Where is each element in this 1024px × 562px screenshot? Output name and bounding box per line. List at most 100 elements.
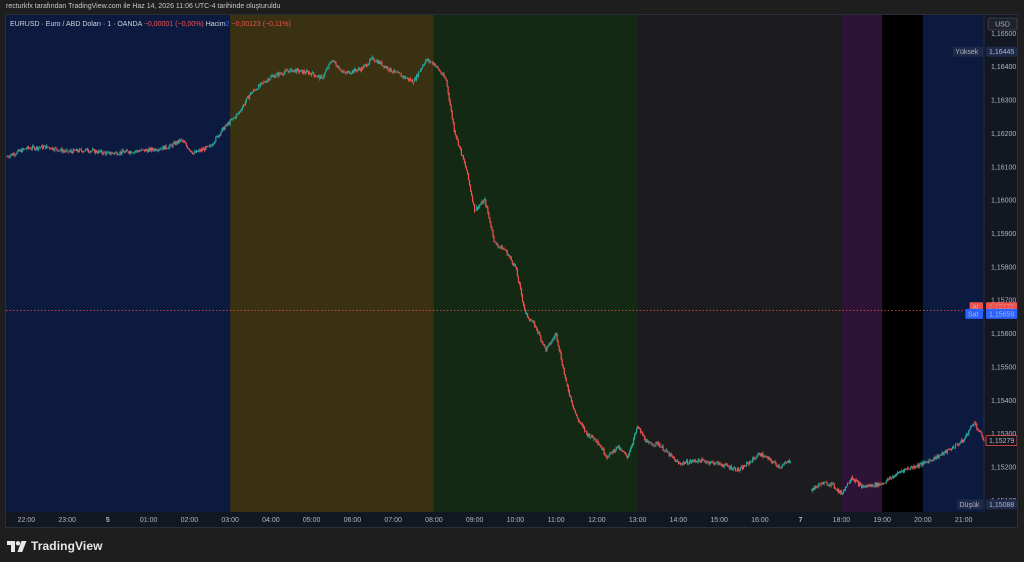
- candle-body: [746, 462, 748, 467]
- candle-body: [229, 120, 231, 125]
- candle-body: [755, 457, 757, 460]
- candle-body: [572, 404, 575, 409]
- chart-frame[interactable]: 1,16500 1,16400 1,16300 1,16200 1,16100 1,160…: [5, 14, 1018, 528]
- candle-body: [774, 461, 776, 464]
- candle-body: [331, 61, 333, 63]
- candle-body: [66, 149, 68, 151]
- candle-body: [136, 150, 139, 152]
- chart-caption: recturkfx tarafından TradingView.com ile…: [6, 3, 281, 10]
- candle-body: [582, 423, 584, 426]
- y-tick-label: 1,15900: [991, 231, 1016, 238]
- candle-body: [9, 155, 11, 158]
- candle-body: [519, 283, 522, 289]
- candle-body: [565, 377, 567, 382]
- candle-body: [422, 65, 424, 69]
- candle-body: [468, 179, 471, 186]
- candle-body: [856, 480, 858, 481]
- candle-body: [734, 467, 737, 471]
- price-axis-panel: [984, 15, 1017, 527]
- candle-body: [573, 408, 576, 411]
- candle-body: [269, 78, 271, 81]
- candle-body: [527, 313, 529, 318]
- candle-body: [326, 68, 328, 71]
- candle-body: [471, 195, 474, 203]
- price-chart[interactable]: 1,16500 1,16400 1,16300 1,16200 1,16100 1,160…: [6, 15, 1018, 528]
- candle-body: [541, 340, 543, 342]
- marker-value: 1,15659: [989, 311, 1014, 318]
- candle-body: [672, 456, 674, 459]
- x-tick-label: 07:00: [384, 517, 402, 524]
- candle-body: [496, 243, 498, 246]
- candle-body: [185, 143, 187, 146]
- candle-body: [458, 145, 460, 147]
- candle-body: [448, 93, 450, 101]
- candle-body: [381, 62, 383, 66]
- candle-body: [358, 68, 361, 70]
- candle-body: [508, 255, 510, 257]
- x-tick-label: 18:00: [833, 517, 851, 524]
- candle-body: [387, 67, 389, 70]
- candle-body: [885, 480, 887, 484]
- tradingview-brand[interactable]: TradingView: [7, 538, 103, 554]
- candle-body: [568, 391, 570, 396]
- candle-body: [973, 423, 975, 426]
- candle-body: [328, 63, 330, 68]
- candle-body: [260, 83, 262, 86]
- candle-body: [533, 321, 535, 323]
- candle-body: [424, 63, 426, 65]
- candle-body: [112, 152, 114, 154]
- candle-body: [681, 463, 684, 465]
- candle-body: [106, 152, 108, 155]
- y-tick-label: 1,15800: [991, 264, 1016, 271]
- candle-body: [629, 448, 632, 453]
- session-band: [922, 15, 984, 512]
- candle-body: [785, 462, 787, 464]
- candle-body: [715, 462, 717, 464]
- x-tick-label: 08:00: [425, 517, 443, 524]
- candle-body: [833, 483, 835, 488]
- candle-body: [770, 459, 772, 462]
- session-band: [230, 15, 434, 512]
- candle-body: [704, 460, 706, 462]
- candle-body: [890, 477, 892, 479]
- candle-body: [181, 140, 183, 141]
- candle-body: [592, 435, 594, 438]
- candle-body: [449, 100, 451, 106]
- candle-body: [826, 482, 828, 486]
- x-tick-label: 15:00: [710, 517, 728, 524]
- candle-body: [478, 206, 480, 209]
- candle-body: [443, 73, 445, 77]
- candle-body: [550, 342, 552, 345]
- session-band: [6, 15, 231, 512]
- candle-body: [215, 136, 217, 142]
- candle-body: [343, 71, 345, 73]
- candle-body: [465, 166, 468, 171]
- candle-body: [779, 467, 781, 469]
- candle-body: [411, 79, 414, 83]
- candle-body: [579, 421, 582, 424]
- candle-body: [841, 493, 843, 494]
- candle-body: [662, 445, 664, 451]
- candle-body: [632, 438, 635, 444]
- candle-body: [516, 269, 519, 277]
- candle-body: [399, 73, 401, 75]
- candle-body: [762, 453, 764, 457]
- candle-body: [840, 491, 842, 494]
- candle-body: [910, 467, 912, 470]
- candle-body: [350, 72, 352, 74]
- y-tick-label: 1,16100: [991, 164, 1016, 171]
- candle-body: [440, 71, 442, 74]
- candle-body: [124, 151, 126, 153]
- candle-body: [446, 80, 448, 87]
- candle-body: [820, 484, 822, 486]
- candle-body: [454, 130, 456, 135]
- candle-body: [232, 118, 234, 119]
- candle-body: [245, 98, 248, 102]
- candle-body: [321, 75, 323, 77]
- candle-body: [281, 73, 283, 75]
- x-tick-label: 19:00: [873, 517, 891, 524]
- candle-body: [370, 59, 372, 60]
- candle-body: [580, 423, 583, 425]
- candle-body: [656, 441, 658, 443]
- candle-body: [658, 443, 660, 445]
